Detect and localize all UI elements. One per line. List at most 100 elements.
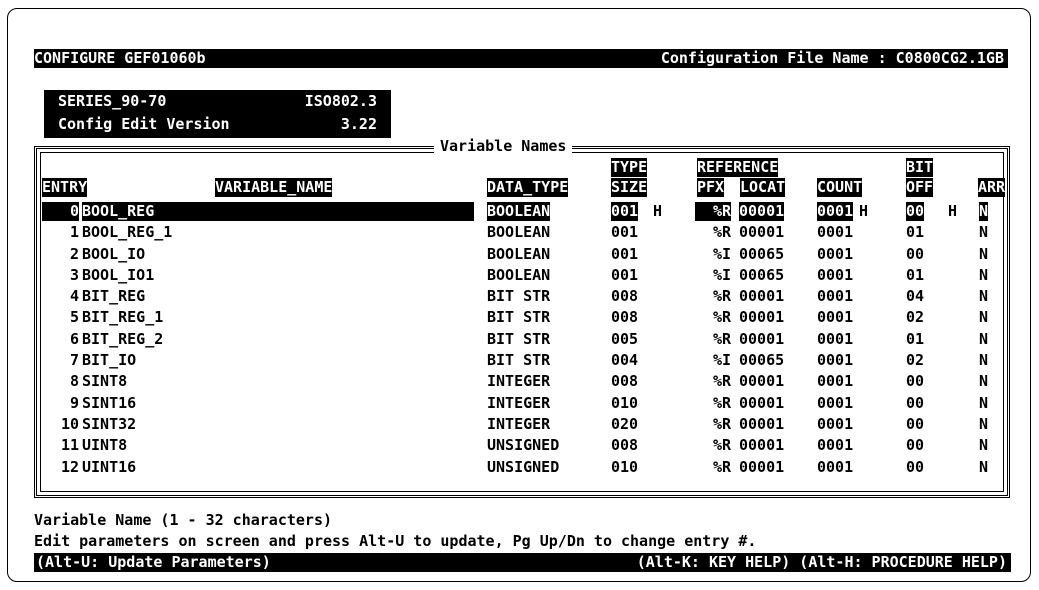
type-size-cell[interactable]: 005 <box>611 330 638 349</box>
data-type-cell[interactable]: BIT STR <box>487 287 550 306</box>
data-type-cell[interactable]: INTEGER <box>487 415 550 434</box>
bit-offset-cell[interactable]: 00 <box>906 245 924 264</box>
variable-name-cell[interactable]: BOOL_IO1 <box>82 266 154 285</box>
ref-prefix-cell[interactable]: %R <box>695 223 731 242</box>
table-row[interactable]: 10 SINT32 INTEGER 020 %R 00001 0001 00 N <box>42 415 1004 436</box>
ref-prefix-cell[interactable]: %R <box>695 330 731 349</box>
entry-cell[interactable]: 3 <box>42 266 79 285</box>
count-cell[interactable]: 0001 <box>817 458 853 477</box>
data-type-cell[interactable]: BOOLEAN <box>487 266 550 285</box>
count-cell[interactable]: 0001 <box>817 415 853 434</box>
type-size-cell[interactable]: 001 <box>611 202 639 221</box>
ref-location-cell[interactable]: 00065 <box>739 245 784 264</box>
type-size-cell[interactable]: 010 <box>611 394 638 413</box>
array-cell[interactable]: N <box>979 266 988 285</box>
bit-offset-cell[interactable]: 01 <box>906 330 924 349</box>
table-row[interactable]: 4 BIT_REG BIT STR 008 %R 00001 0001 04 N <box>42 287 1004 308</box>
entry-cell[interactable]: 12 <box>42 458 79 477</box>
table-row[interactable]: 11 UINT8 UNSIGNED 008 %R 00001 0001 00 N <box>42 436 1004 457</box>
table-row[interactable]: 8 SINT8 INTEGER 008 %R 00001 0001 00 N <box>42 372 1004 393</box>
variable-name-cell[interactable]: BIT_IO <box>82 351 136 370</box>
type-size-cell[interactable]: 008 <box>611 372 638 391</box>
count-cell[interactable]: 0001 <box>817 202 854 221</box>
table-row[interactable]: 6 BIT_REG_2 BIT STR 005 %R 00001 0001 01 N <box>42 330 1004 351</box>
type-size-cell[interactable]: 010 <box>611 458 638 477</box>
ref-prefix-cell[interactable]: %R <box>695 308 731 327</box>
bit-offset-cell[interactable]: 00 <box>906 436 924 455</box>
data-type-cell[interactable]: BOOLEAN <box>487 245 550 264</box>
count-cell[interactable]: 0001 <box>817 394 853 413</box>
data-type-cell[interactable]: INTEGER <box>487 394 550 413</box>
array-cell[interactable]: N <box>979 223 988 242</box>
ref-location-cell[interactable]: 00001 <box>739 330 784 349</box>
ref-location-cell[interactable]: 00065 <box>739 351 784 370</box>
variable-name-cell[interactable]: UINT16 <box>82 458 136 477</box>
ref-prefix-cell[interactable]: %I <box>695 245 731 264</box>
entry-cell[interactable]: 5 <box>42 308 79 327</box>
table-row[interactable]: 7 BIT_IO BIT STR 004 %I 00065 0001 02 N <box>42 351 1004 372</box>
type-size-cell[interactable]: 004 <box>611 351 638 370</box>
entry-cell[interactable]: 0 <box>42 202 79 221</box>
count-cell[interactable]: 0001 <box>817 330 853 349</box>
ref-prefix-cell[interactable]: %R <box>695 372 731 391</box>
variable-name-cell[interactable]: BOOL_IO <box>82 245 145 264</box>
data-type-cell[interactable]: BIT STR <box>487 330 550 349</box>
ref-prefix-cell[interactable]: %R <box>695 415 731 434</box>
ref-location-cell[interactable]: 00001 <box>739 223 784 242</box>
count-cell[interactable]: 0001 <box>817 266 853 285</box>
type-size-cell[interactable]: 008 <box>611 287 638 306</box>
help-keys-hint[interactable]: (Alt-K: KEY HELP) (Alt-H: PROCEDURE HELP… <box>637 553 1007 572</box>
ref-prefix-cell[interactable]: %R <box>695 287 731 306</box>
variable-name-cell[interactable]: SINT16 <box>82 394 136 413</box>
data-type-cell[interactable]: INTEGER <box>487 372 550 391</box>
count-cell[interactable]: 0001 <box>817 287 853 306</box>
data-type-cell[interactable]: BIT STR <box>487 308 550 327</box>
variable-name-cell[interactable]: BOOL_REG <box>82 202 155 221</box>
ref-location-cell[interactable]: 00001 <box>739 287 784 306</box>
table-row[interactable]: 3 BOOL_IO1 BOOLEAN 001 %I 00065 0001 01 N <box>42 266 1004 287</box>
table-row[interactable]: 0 BOOL_REG BOOLEAN 001 %R 00001 0001 00 N H H H <box>42 202 1004 223</box>
ref-prefix-cell[interactable]: %R <box>695 394 731 413</box>
variable-name-cell[interactable]: BIT_REG_2 <box>82 330 163 349</box>
bit-offset-cell[interactable]: 00 <box>906 372 924 391</box>
ref-prefix-cell[interactable]: %R <box>695 458 731 477</box>
variable-name-cell[interactable]: BIT_REG_1 <box>82 308 163 327</box>
bit-offset-cell[interactable]: 01 <box>906 223 924 242</box>
type-size-cell[interactable]: 001 <box>611 223 638 242</box>
count-cell[interactable]: 0001 <box>817 372 853 391</box>
bit-offset-cell[interactable]: 00 <box>906 394 924 413</box>
count-cell[interactable]: 0001 <box>817 436 853 455</box>
bit-offset-cell[interactable]: 01 <box>906 266 924 285</box>
table-row[interactable]: 5 BIT_REG_1 BIT STR 008 %R 00001 0001 02 N <box>42 308 1004 329</box>
array-cell[interactable]: N <box>979 372 988 391</box>
array-cell[interactable]: N <box>979 287 988 306</box>
ref-prefix-cell[interactable]: %I <box>695 351 731 370</box>
count-cell[interactable]: 0001 <box>817 308 853 327</box>
bit-offset-cell[interactable]: 02 <box>906 351 924 370</box>
entry-cell[interactable]: 7 <box>42 351 79 370</box>
bit-offset-cell[interactable]: 00 <box>906 415 924 434</box>
ref-location-cell[interactable]: 00001 <box>739 394 784 413</box>
ref-location-cell[interactable]: 00065 <box>739 266 784 285</box>
data-type-cell[interactable]: UNSIGNED <box>487 458 559 477</box>
type-size-cell[interactable]: 008 <box>611 308 638 327</box>
ref-location-cell[interactable]: 00001 <box>739 372 784 391</box>
data-type-cell[interactable]: BIT STR <box>487 351 550 370</box>
variable-name-cell[interactable]: SINT32 <box>82 415 136 434</box>
entry-cell[interactable]: 9 <box>42 394 79 413</box>
entry-cell[interactable]: 4 <box>42 287 79 306</box>
type-size-cell[interactable]: 001 <box>611 245 638 264</box>
ref-location-cell[interactable]: 00001 <box>739 458 784 477</box>
type-size-cell[interactable]: 008 <box>611 436 638 455</box>
array-cell[interactable]: N <box>979 202 989 221</box>
ref-prefix-cell[interactable]: %R <box>695 436 731 455</box>
data-type-cell[interactable]: BOOLEAN <box>487 223 550 242</box>
count-cell[interactable]: 0001 <box>817 351 853 370</box>
ref-prefix-cell[interactable]: %I <box>695 266 731 285</box>
array-cell[interactable]: N <box>979 351 988 370</box>
table-row[interactable]: 1 BOOL_REG_1 BOOLEAN 001 %R 00001 0001 01 N <box>42 223 1004 244</box>
bit-offset-cell[interactable]: 00 <box>906 458 924 477</box>
type-size-cell[interactable]: 020 <box>611 415 638 434</box>
ref-prefix-cell[interactable]: %R <box>695 202 731 221</box>
type-size-cell[interactable]: 001 <box>611 266 638 285</box>
